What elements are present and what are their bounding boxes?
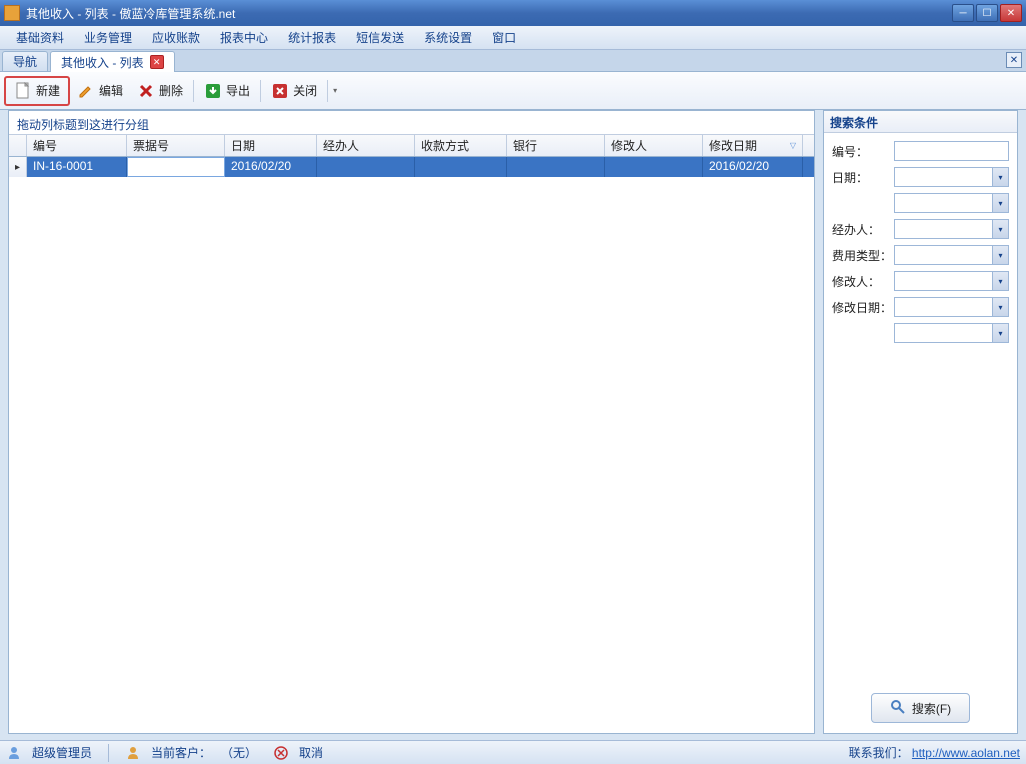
tab-strip: 导航 其他收入 - 列表 ✕ ✕ [0,50,1026,72]
menu-receivables[interactable]: 应收账款 [142,25,210,50]
grid-body[interactable]: ▸ IN-16-0001 2016/02/20 2016/02/20 [9,157,814,733]
app-icon [4,5,20,21]
dropdown-icon[interactable]: ▾ [992,324,1008,342]
row-indicator-header [9,135,27,156]
contact-link[interactable]: http://www.aolan.net [912,746,1020,760]
cell-ticket-editing[interactable] [127,157,225,177]
toolbar-overflow[interactable]: ▾ [331,86,339,95]
col-header-number[interactable]: 编号 [27,135,127,156]
menu-stats[interactable]: 统计报表 [278,25,346,50]
edit-button-label: 编辑 [99,82,123,99]
search-button[interactable]: 搜索(F) [871,693,970,723]
grid-header: 编号 票据号 日期 经办人 收款方式 银行 修改人 修改日期▽ [9,135,814,157]
search-number-input[interactable] [894,141,1009,161]
search-handler-label: 经办人： [832,221,894,238]
col-header-modifier[interactable]: 修改人 [605,135,703,156]
close-button[interactable]: 关闭 [264,76,324,106]
status-user: 超级管理员 [32,744,92,761]
menu-bar: 基础资料 业务管理 应收账款 报表中心 统计报表 短信发送 系统设置 窗口 [0,26,1026,50]
tab-other-income-list[interactable]: 其他收入 - 列表 ✕ [50,51,175,72]
search-panel: 搜索条件 编号： 日期： ▾ ▾ 经办人： ▾ 费用类型： ▾ 修改人： [823,110,1018,734]
close-button-label: 关闭 [293,82,317,99]
col-header-handler[interactable]: 经办人 [317,135,415,156]
col-header-mod-date[interactable]: 修改日期▽ [703,135,803,156]
new-button[interactable]: 新建 [4,76,70,106]
status-cancel-label[interactable]: 取消 [299,744,323,761]
col-header-ticket[interactable]: 票据号 [127,135,225,156]
dropdown-icon[interactable]: ▾ [992,298,1008,316]
new-file-icon [14,82,32,100]
menu-sms[interactable]: 短信发送 [346,25,414,50]
toolbar: 新建 编辑 删除 导出 关闭 ▾ [0,72,1026,110]
export-icon [204,82,222,100]
close-window-button[interactable]: ✕ [1000,4,1022,22]
search-fee-type-label: 费用类型： [832,247,894,264]
search-number-label: 编号： [832,143,894,160]
menu-report-center[interactable]: 报表中心 [210,25,278,50]
delete-x-icon [137,82,155,100]
col-header-date[interactable]: 日期 [225,135,317,156]
toolbar-separator [193,80,194,102]
tab-label: 导航 [13,53,37,70]
search-button-label: 搜索(F) [912,700,951,717]
cell-handler[interactable] [317,157,415,177]
menu-window[interactable]: 窗口 [482,25,526,50]
export-button[interactable]: 导出 [197,76,257,106]
toolbar-separator [327,80,328,102]
cell-mod-date[interactable]: 2016/02/20 [703,157,803,177]
delete-button[interactable]: 删除 [130,76,190,106]
cell-pay[interactable] [415,157,507,177]
search-modifier-label: 修改人： [832,273,894,290]
cell-modifier[interactable] [605,157,703,177]
panel-close-button[interactable]: ✕ [1006,52,1022,68]
magnifier-icon [890,699,906,718]
menu-settings[interactable]: 系统设置 [414,25,482,50]
row-indicator[interactable]: ▸ [9,157,27,177]
status-contact: 联系我们： http://www.aolan.net [849,744,1020,761]
export-button-label: 导出 [226,82,250,99]
sort-desc-icon: ▽ [790,141,796,150]
data-grid-panel: 拖动列标题到这进行分组 编号 票据号 日期 经办人 收款方式 银行 修改人 修改… [8,110,815,734]
person-icon [125,745,141,761]
dropdown-icon[interactable]: ▾ [992,246,1008,264]
dropdown-icon[interactable]: ▾ [992,168,1008,186]
cancel-icon[interactable] [273,745,289,761]
table-row[interactable]: ▸ IN-16-0001 2016/02/20 2016/02/20 [9,157,814,177]
delete-button-label: 删除 [159,82,183,99]
new-button-label: 新建 [36,82,60,99]
status-separator [108,744,109,762]
col-header-paymethod[interactable]: 收款方式 [415,135,507,156]
dropdown-icon[interactable]: ▾ [992,220,1008,238]
close-tab-icon[interactable]: ✕ [150,55,164,69]
maximize-button[interactable]: ☐ [976,4,998,22]
col-header-bank[interactable]: 银行 [507,135,605,156]
search-panel-title: 搜索条件 [824,111,1017,133]
menu-business[interactable]: 业务管理 [74,25,142,50]
user-icon [6,745,22,761]
tab-nav[interactable]: 导航 [2,51,48,71]
status-client-value: （无） [221,744,257,761]
cell-bank[interactable] [507,157,605,177]
search-mod-date-label: 修改日期： [832,299,894,316]
status-client-label: 当前客户： [151,744,211,761]
status-bar: 超级管理员 当前客户： （无） 取消 联系我们： http://www.aola… [0,740,1026,764]
toolbar-separator [260,80,261,102]
cell-date[interactable]: 2016/02/20 [225,157,317,177]
edit-button[interactable]: 编辑 [70,76,130,106]
group-by-hint[interactable]: 拖动列标题到这进行分组 [9,111,814,135]
search-date-label: 日期： [832,169,894,186]
minimize-button[interactable]: ─ [952,4,974,22]
menu-basic-data[interactable]: 基础资料 [6,25,74,50]
dropdown-icon[interactable]: ▾ [992,194,1008,212]
title-bar: 其他收入 - 列表 - 傲蓝冷库管理系统.net ─ ☐ ✕ [0,0,1026,26]
dropdown-icon[interactable]: ▾ [992,272,1008,290]
cell-number[interactable]: IN-16-0001 [27,157,127,177]
close-icon [271,82,289,100]
window-title: 其他收入 - 列表 - 傲蓝冷库管理系统.net [26,5,952,22]
tab-label: 其他收入 - 列表 [61,54,144,71]
pencil-icon [77,82,95,100]
